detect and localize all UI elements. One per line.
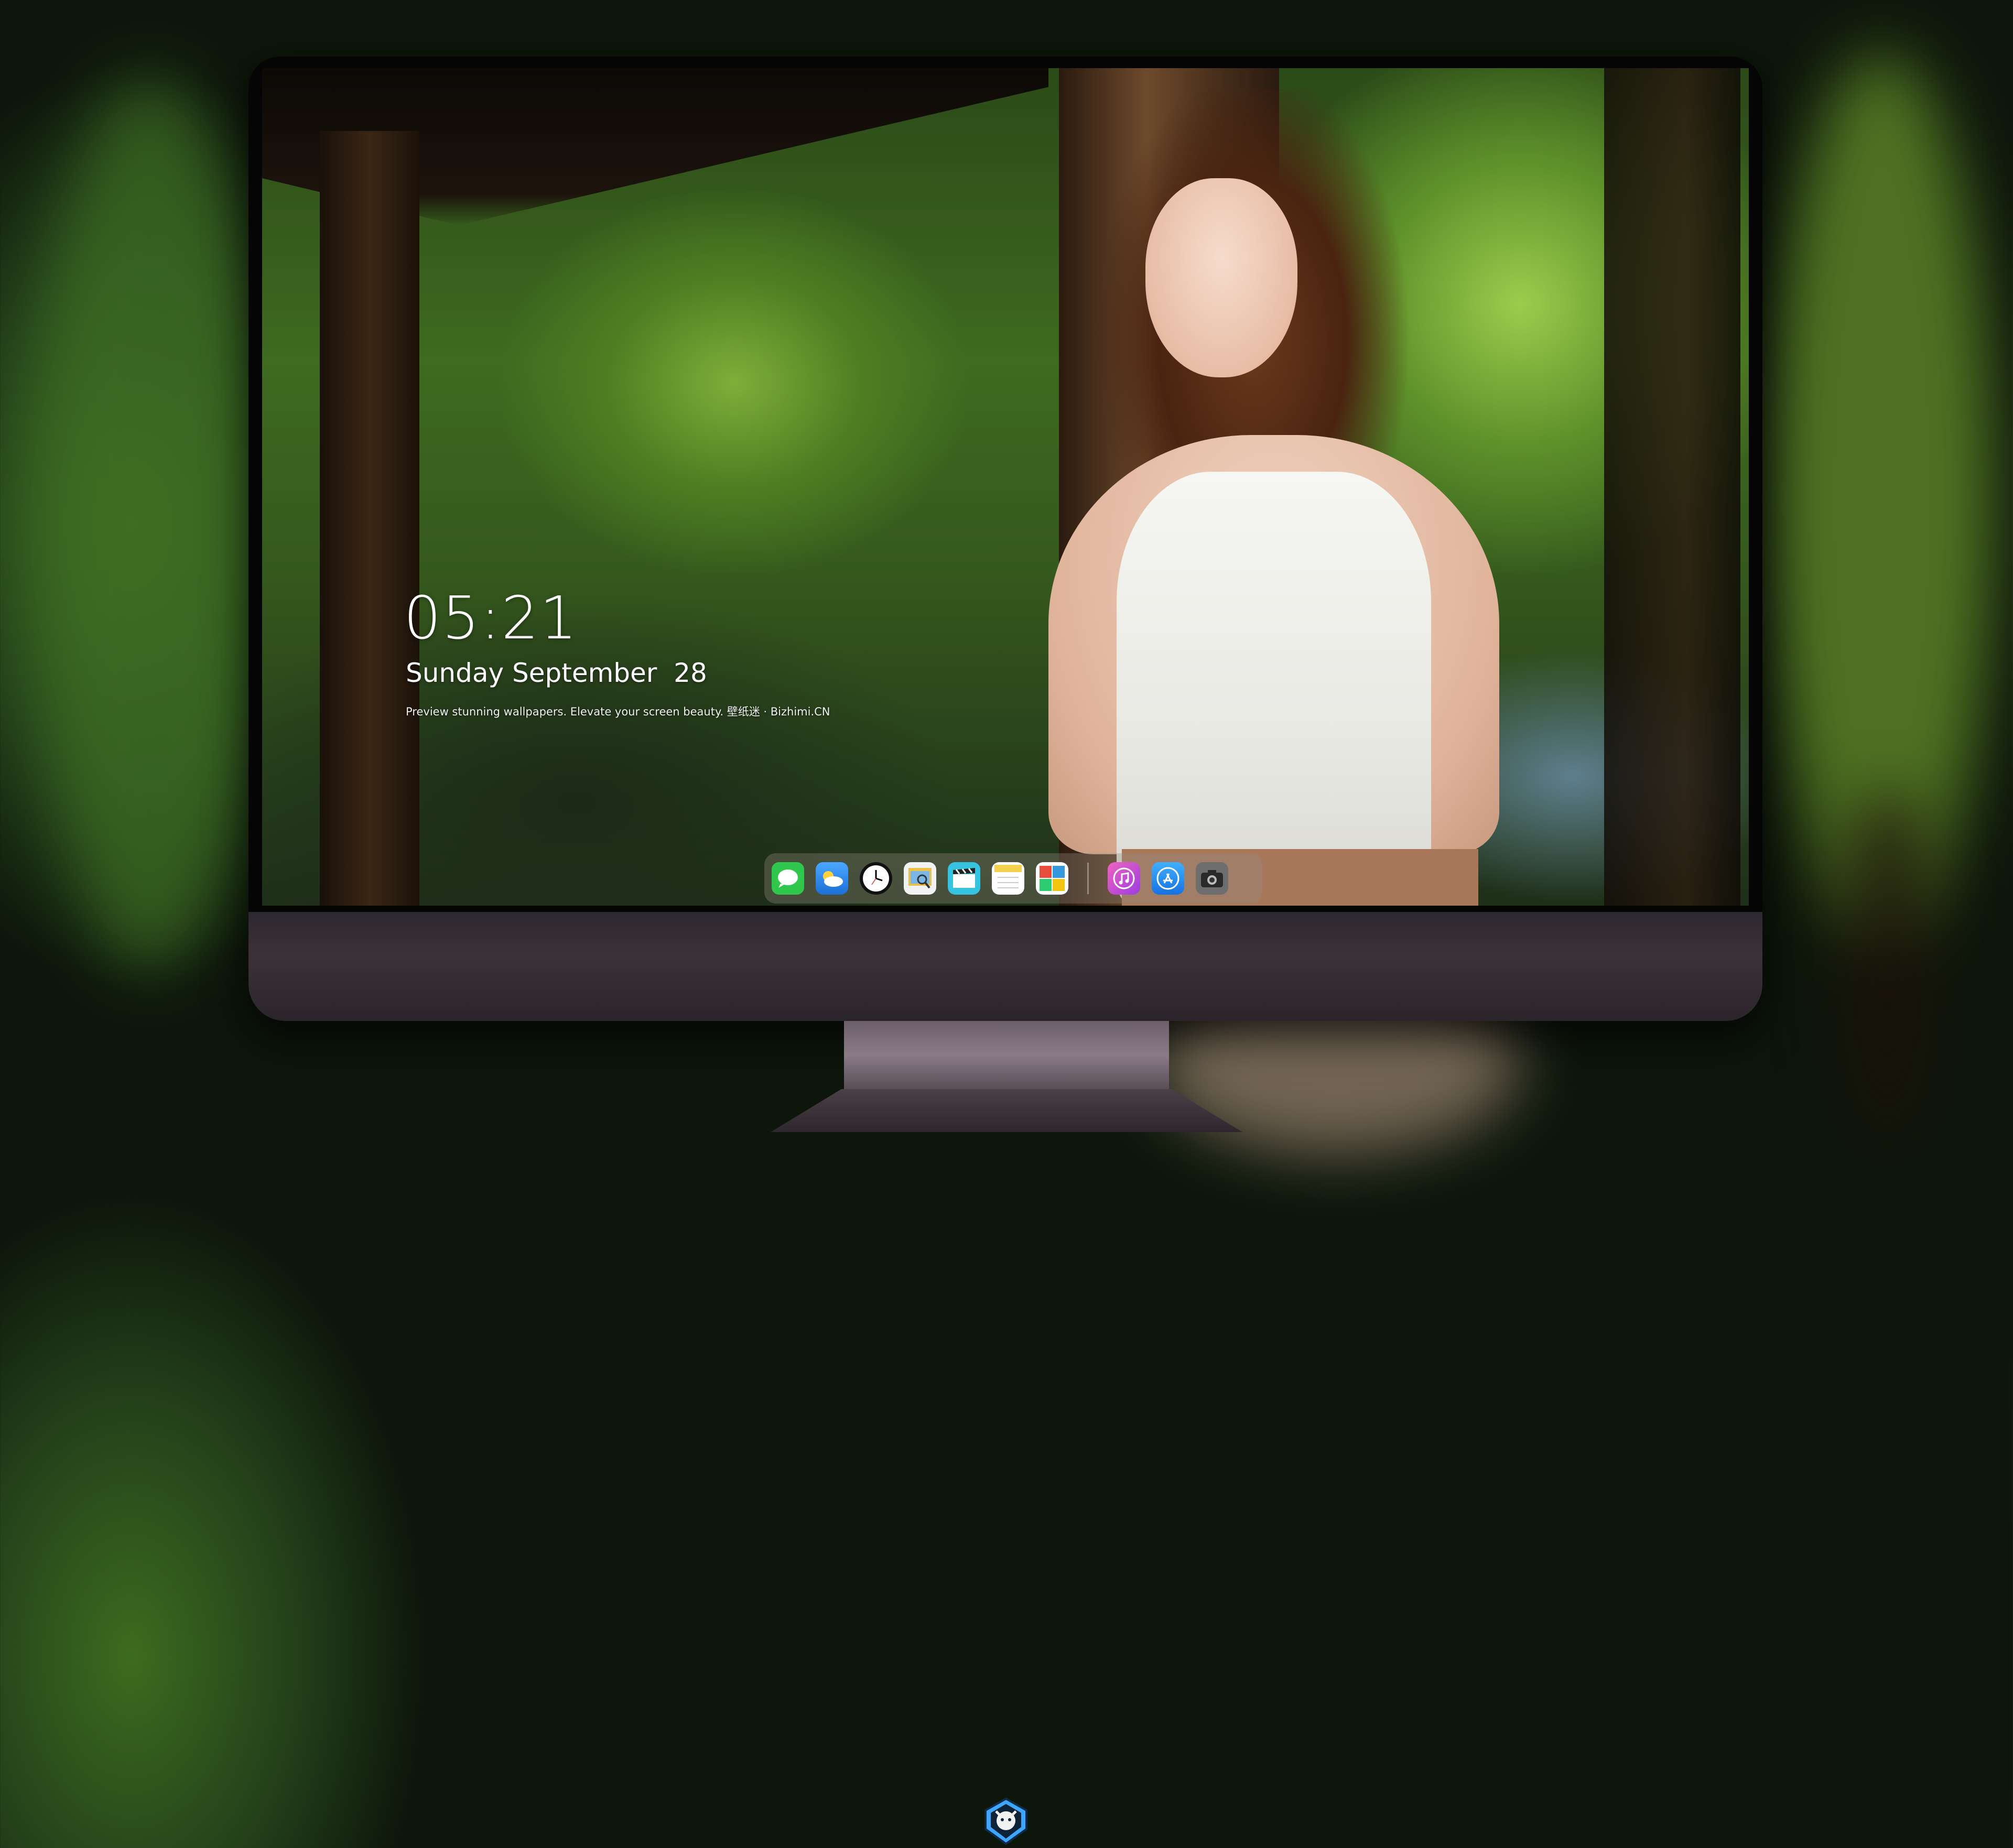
dock [764, 853, 1262, 904]
lockscreen-date: Sunday September 28 [406, 658, 707, 688]
lockscreen-tagline: Preview stunning wallpapers. Elevate you… [406, 705, 830, 718]
notes-icon[interactable] [992, 862, 1024, 895]
weather-icon[interactable] [816, 862, 848, 895]
messages-icon[interactable] [772, 862, 804, 895]
bg-tree-trunk-right [1835, 786, 1940, 1153]
wallpaper-screen: 05:21 Sunday September 28 Preview stunni… [262, 68, 1749, 906]
wallpaper-pillar-left [320, 131, 419, 906]
dock-separator [1087, 863, 1089, 894]
preview-icon[interactable] [904, 862, 936, 895]
clips-icon[interactable] [948, 862, 980, 895]
wallpaper-tree-right [1604, 68, 1740, 906]
bg-foliage-left [31, 79, 267, 970]
monitor: 05:21 Sunday September 28 Preview stunni… [248, 57, 1762, 1845]
monitor-chin [248, 912, 1762, 1845]
wallpaper-person-face [1145, 178, 1297, 377]
shield-mascot-icon [981, 1797, 1031, 1846]
music-icon[interactable] [1108, 862, 1140, 895]
app-store-icon[interactable] [1152, 862, 1184, 895]
lockscreen-time: 05:21 [404, 584, 578, 653]
camera-icon[interactable] [1196, 862, 1228, 895]
monitor-stand-base [771, 1089, 1242, 1132]
monitor-stand-neck [844, 1021, 1169, 1089]
clock-icon[interactable] [860, 862, 892, 895]
wallpaper-person-top [1117, 472, 1431, 906]
photo-booth-icon[interactable] [1036, 862, 1068, 895]
